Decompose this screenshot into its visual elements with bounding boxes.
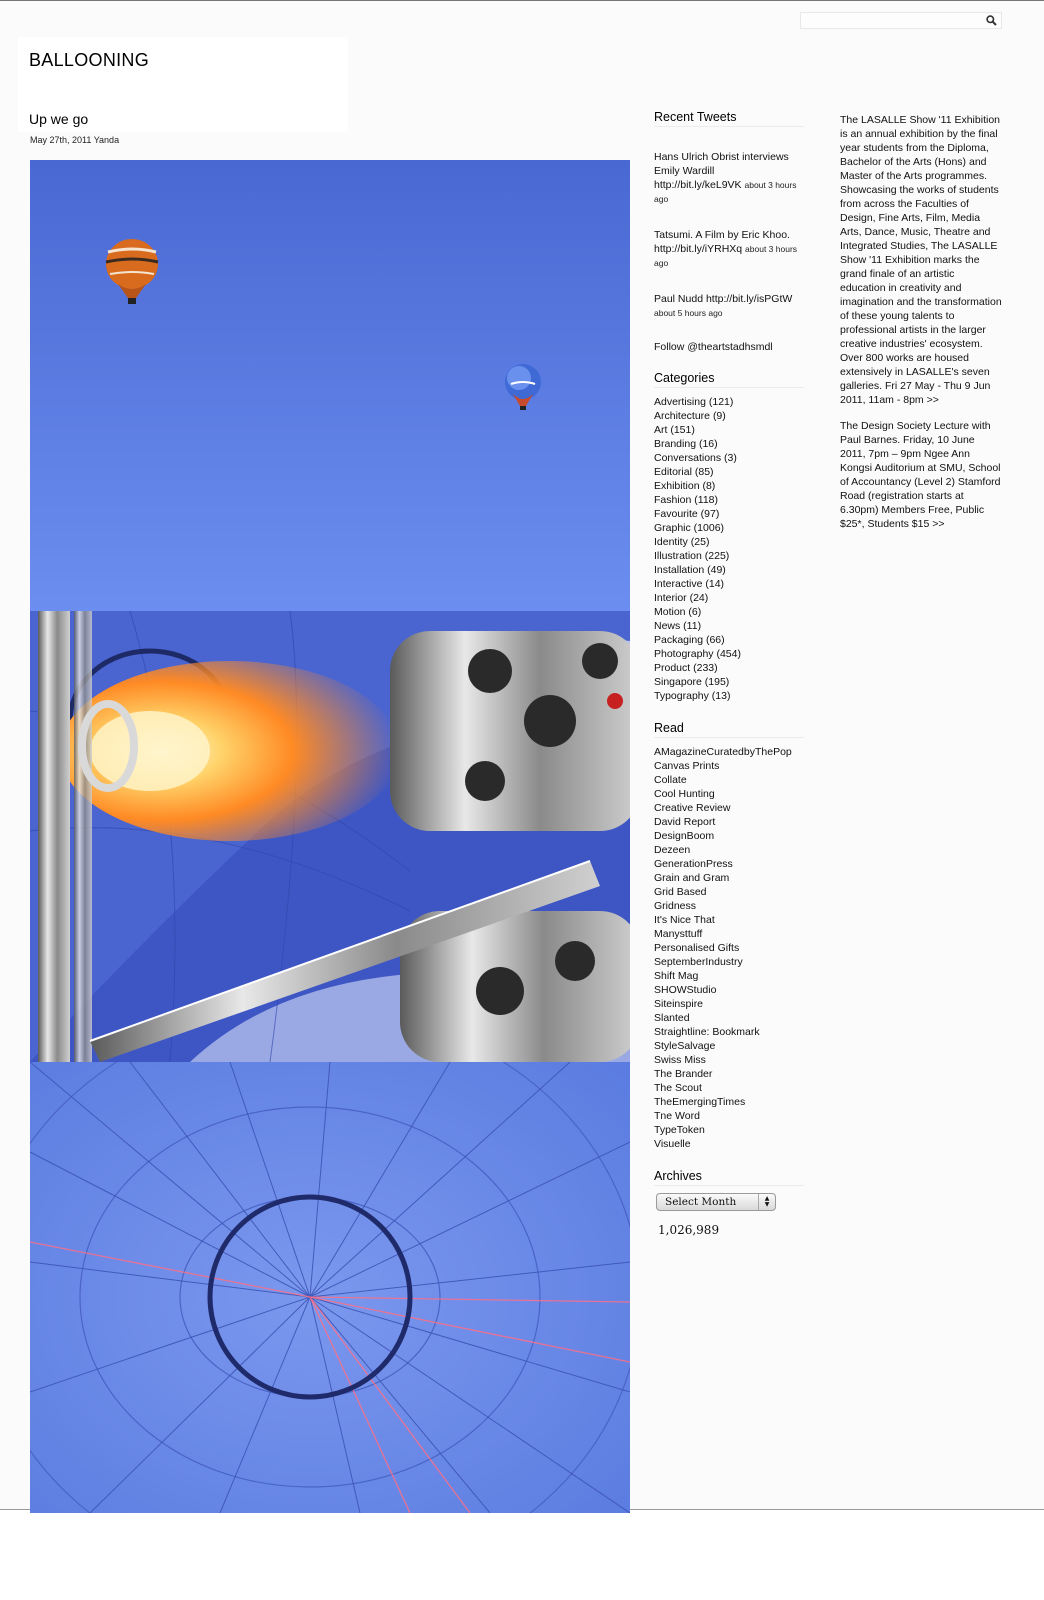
select-arrows-icon: ▲ ▼ — [758, 1194, 775, 1210]
design-society-text[interactable]: The Design Society Lecture with Paul Bar… — [840, 419, 1002, 531]
read-item[interactable]: SeptemberIndustry — [654, 955, 804, 969]
lasalle-show-text[interactable]: The LASALLE Show '11 Exhibition is an an… — [840, 113, 1002, 407]
photo-sky-balloons — [30, 160, 630, 611]
read-item[interactable]: TheEmergingTimes — [654, 1095, 804, 1109]
read-item[interactable]: Collate — [654, 773, 804, 787]
read-item[interactable]: Slanted — [654, 1011, 804, 1025]
read-item[interactable]: Shift Mag — [654, 969, 804, 983]
search-box — [800, 12, 1002, 29]
read-item[interactable]: SHOWStudio — [654, 983, 804, 997]
sidebar: Recent Tweets Hans Ulrich Obrist intervi… — [654, 110, 804, 1255]
categories-item[interactable]: Illustration (225) — [654, 549, 804, 563]
read-item[interactable]: It's Nice That — [654, 913, 804, 927]
categories-item[interactable]: Photography (454) — [654, 647, 804, 661]
post-title[interactable]: Up we go — [29, 111, 88, 127]
archives-widget: Archives Select Month ▲ ▼ 1,026,989 — [654, 1169, 804, 1237]
categories-item[interactable]: Product (233) — [654, 661, 804, 675]
post-meta: May 27th, 2011 Yanda — [30, 135, 120, 145]
categories-item[interactable]: Interior (24) — [654, 591, 804, 605]
read-title: Read — [654, 721, 804, 738]
recent-tweets-title: Recent Tweets — [654, 110, 804, 127]
photo-envelope-interior — [30, 1062, 630, 1513]
categories-item[interactable]: Fashion (118) — [654, 493, 804, 507]
categories-item[interactable]: Identity (25) — [654, 535, 804, 549]
categories-item[interactable]: Branding (16) — [654, 437, 804, 451]
read-item[interactable]: Creative Review — [654, 801, 804, 815]
follow-link[interactable]: Follow @theartstadhsmdl — [654, 341, 804, 353]
visitor-counter: 1,026,989 — [658, 1223, 720, 1237]
categories-item[interactable]: Packaging (66) — [654, 633, 804, 647]
categories-widget: Categories Advertising (121) Architecture… — [654, 371, 804, 703]
categories-title: Categories — [654, 371, 804, 388]
read-item[interactable]: GenerationPress — [654, 857, 804, 871]
categories-item[interactable]: Graphic (1006) — [654, 521, 804, 535]
read-item[interactable]: The Brander — [654, 1067, 804, 1081]
read-item[interactable]: StyleSalvage — [654, 1039, 804, 1053]
categories-item[interactable]: Favourite (97) — [654, 507, 804, 521]
read-item[interactable]: Tne Word — [654, 1109, 804, 1123]
categories-item[interactable]: Motion (6) — [654, 605, 804, 619]
read-item[interactable]: Grid Based — [654, 885, 804, 899]
search-icon — [985, 15, 997, 26]
read-item[interactable]: Canvas Prints — [654, 759, 804, 773]
tweet-item[interactable]: Paul Nudd http://bit.ly/isPGtW about 5 h… — [654, 292, 804, 320]
read-item[interactable]: Visuelle — [654, 1137, 804, 1151]
photo-burner-flame — [30, 611, 630, 1062]
read-item[interactable]: Swiss Miss — [654, 1053, 804, 1067]
categories-list: Advertising (121) Architecture (9) Art (15… — [654, 395, 804, 703]
read-item[interactable]: Personalised Gifts — [654, 941, 804, 955]
read-item[interactable]: Siteinspire — [654, 997, 804, 1011]
categories-item[interactable]: Editorial (85) — [654, 465, 804, 479]
categories-item[interactable]: Architecture (9) — [654, 409, 804, 423]
categories-item[interactable]: Art (151) — [654, 423, 804, 437]
site-title[interactable]: BALLOONING — [29, 50, 149, 71]
categories-item[interactable]: Interactive (14) — [654, 577, 804, 591]
categories-item[interactable]: Singapore (195) — [654, 675, 804, 689]
read-item[interactable]: AMagazineCuratedbyThePop — [654, 745, 804, 759]
categories-item[interactable]: Typography (13) — [654, 689, 804, 703]
tweet-item[interactable]: Tatsumi. A Film by Eric Khoo. http://bit… — [654, 228, 804, 270]
right-column: The LASALLE Show '11 Exhibition is an an… — [840, 113, 1002, 543]
read-item[interactable]: The Scout — [654, 1081, 804, 1095]
tweet-text[interactable]: Paul Nudd http://bit.ly/isPGtW — [654, 293, 792, 305]
read-item[interactable]: Cool Hunting — [654, 787, 804, 801]
search-button[interactable] — [981, 13, 1001, 28]
read-item[interactable]: Gridness — [654, 899, 804, 913]
categories-item[interactable]: Conversations (3) — [654, 451, 804, 465]
read-item[interactable]: DesignBoom — [654, 829, 804, 843]
archives-title: Archives — [654, 1169, 804, 1186]
categories-item[interactable]: News (11) — [654, 619, 804, 633]
read-item[interactable]: Manysttuff — [654, 927, 804, 941]
read-item[interactable]: David Report — [654, 815, 804, 829]
categories-item[interactable]: Installation (49) — [654, 563, 804, 577]
categories-item[interactable]: Advertising (121) — [654, 395, 804, 409]
read-widget: Read AMagazineCuratedbyThePop Canvas Prin… — [654, 721, 804, 1151]
read-item[interactable]: Straightline: Bookmark — [654, 1025, 804, 1039]
search-input[interactable] — [801, 13, 979, 28]
categories-item[interactable]: Exhibition (8) — [654, 479, 804, 493]
recent-tweets-widget: Recent Tweets Hans Ulrich Obrist intervi… — [654, 110, 804, 353]
archives-select-value: Select Month — [665, 1196, 737, 1208]
read-item[interactable]: Grain and Gram — [654, 871, 804, 885]
tweet-time: about 5 hours ago — [654, 308, 723, 318]
read-list: AMagazineCuratedbyThePop Canvas Prints Col… — [654, 745, 804, 1151]
archives-select[interactable]: Select Month ▲ ▼ — [656, 1193, 776, 1211]
read-item[interactable]: TypeToken — [654, 1123, 804, 1137]
tweet-item[interactable]: Hans Ulrich Obrist interviews Emily Ward… — [654, 150, 804, 206]
read-item[interactable]: Dezeen — [654, 843, 804, 857]
